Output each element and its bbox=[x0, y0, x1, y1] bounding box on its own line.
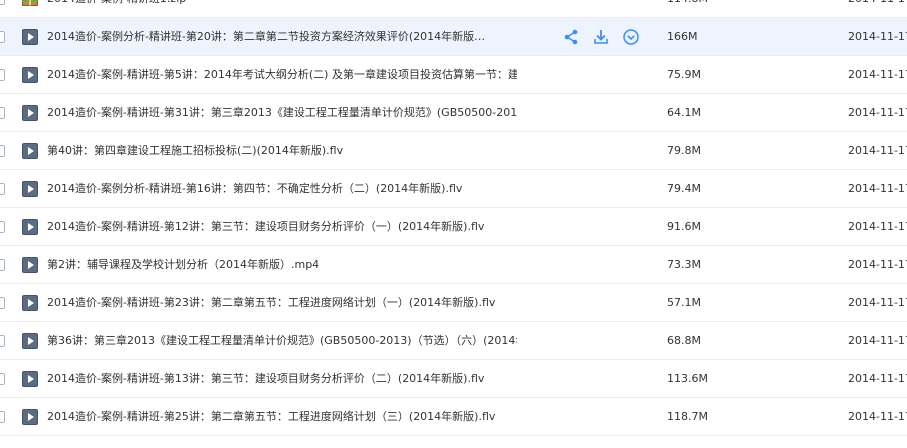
file-size: 113.6M bbox=[667, 372, 708, 385]
file-name[interactable]: 第36讲：第三章2013《建设工程工程量清单计价规范》(GB50500-2013… bbox=[47, 333, 517, 349]
row-checkbox[interactable] bbox=[0, 411, 5, 423]
file-date: 2014-11-17 bbox=[848, 334, 907, 347]
file-size: 73.3M bbox=[667, 258, 701, 271]
zip-file-icon bbox=[22, 0, 38, 7]
row-checkbox[interactable] bbox=[0, 107, 5, 119]
file-date: 2014-11-17 bbox=[848, 68, 907, 81]
file-date: 2014-11-17 bbox=[848, 30, 907, 43]
file-row[interactable]: 2014造价-案例-精讲班-第31讲：第三章2013《建设工程工程量清单计价规范… bbox=[0, 94, 907, 132]
file-row[interactable]: 2014造价-案例分析-精讲班-第16讲：第四节：不确定性分析（二）(2014年… bbox=[0, 170, 907, 208]
file-date: 2014-11-17 bbox=[848, 0, 907, 7]
row-checkbox[interactable] bbox=[0, 221, 5, 233]
download-icon[interactable] bbox=[592, 28, 610, 46]
row-checkbox[interactable] bbox=[0, 183, 5, 195]
file-size: 57.1M bbox=[667, 296, 701, 309]
file-size: 79.4M bbox=[667, 182, 701, 195]
row-checkbox[interactable] bbox=[0, 0, 5, 5]
file-name[interactable]: 2014造价-案例-精讲班-第12讲：第三节：建设项目财务分析评价（一）(201… bbox=[47, 219, 517, 235]
video-file-icon bbox=[22, 29, 38, 45]
row-checkbox[interactable] bbox=[0, 69, 5, 81]
more-icon[interactable] bbox=[622, 28, 640, 46]
row-checkbox[interactable] bbox=[0, 259, 5, 271]
file-size: 91.6M bbox=[667, 220, 701, 233]
file-row[interactable]: 第36讲：第三章2013《建设工程工程量清单计价规范》(GB50500-2013… bbox=[0, 322, 907, 360]
file-name[interactable]: 2014造价-案例-精讲班-第25讲：第二章第五节：工程进度网络计划（三）(20… bbox=[47, 409, 517, 425]
video-file-icon bbox=[22, 295, 38, 311]
file-name[interactable]: 第2讲：辅导课程及学校计划分析（2014年新版）.mp4 bbox=[47, 257, 517, 273]
video-file-icon bbox=[22, 105, 38, 121]
file-size: 79.8M bbox=[667, 144, 701, 157]
row-checkbox[interactable] bbox=[0, 145, 5, 157]
file-date: 2014-11-17 bbox=[848, 296, 907, 309]
file-date: 2014-11-17 bbox=[848, 258, 907, 271]
file-row[interactable]: 2014造价-案例-精讲班-第25讲：第二章第五节：工程进度网络计划（三）(20… bbox=[0, 398, 907, 436]
file-size: 64.1M bbox=[667, 106, 701, 119]
row-checkbox[interactable] bbox=[0, 297, 5, 309]
video-file-icon bbox=[22, 67, 38, 83]
file-row[interactable]: 2014造价-案例-精讲班1.zip bbox=[0, 0, 907, 18]
row-checkbox[interactable] bbox=[0, 31, 5, 43]
file-name[interactable]: 2014造价-案例-精讲班-第5讲：2014年考试大纲分析(二) 及第一章建设项… bbox=[47, 67, 517, 83]
file-name[interactable]: 2014造价-案例-精讲班-第23讲：第二章第五节：工程进度网络计划（一）(20… bbox=[47, 295, 517, 311]
video-file-icon bbox=[22, 219, 38, 235]
video-file-icon bbox=[22, 409, 38, 425]
file-name[interactable]: 第40讲：第四章建设工程施工招标投标(二)(2014年新版).flv bbox=[47, 143, 517, 159]
file-list: 2014造价-案例-精讲班1.zip bbox=[0, 0, 907, 436]
file-date: 2014-11-17 bbox=[848, 144, 907, 157]
file-name[interactable]: 2014造价-案例分析-精讲班-第20讲：第二章第二节投资方案经济效果评价(20… bbox=[47, 29, 517, 45]
file-date: 2014-11-17 bbox=[848, 410, 907, 423]
file-name[interactable]: 2014造价-案例-精讲班-第13讲：第三节：建设项目财务分析评价（二）(201… bbox=[47, 371, 517, 387]
file-row[interactable]: 第2讲：辅导课程及学校计划分析（2014年新版）.mp4 73.3M 2014-… bbox=[0, 246, 907, 284]
file-row[interactable]: 2014造价-案例分析-精讲班-第20讲：第二章第二节投资方案经济效果评价(20… bbox=[0, 18, 907, 56]
share-icon[interactable] bbox=[562, 28, 580, 46]
file-size: 166M bbox=[667, 30, 698, 43]
file-date: 2014-11-17 bbox=[848, 220, 907, 233]
file-date: 2014-11-17 bbox=[848, 106, 907, 119]
video-file-icon bbox=[22, 257, 38, 273]
file-name[interactable]: 2014造价-案例分析-精讲班-第16讲：第四节：不确定性分析（二）(2014年… bbox=[47, 181, 517, 197]
file-size: 118.7M bbox=[667, 410, 708, 423]
video-file-icon bbox=[22, 143, 38, 159]
file-row[interactable]: 第40讲：第四章建设工程施工招标投标(二)(2014年新版).flv 79.8M… bbox=[0, 132, 907, 170]
file-size: 75.9M bbox=[667, 68, 701, 81]
video-file-icon bbox=[22, 333, 38, 349]
file-name[interactable]: 2014造价-案例-精讲班1.zip bbox=[47, 0, 517, 7]
row-checkbox[interactable] bbox=[0, 335, 5, 347]
video-file-icon bbox=[22, 371, 38, 387]
file-name[interactable]: 2014造价-案例-精讲班-第31讲：第三章2013《建设工程工程量清单计价规范… bbox=[47, 105, 517, 121]
row-checkbox[interactable] bbox=[0, 373, 5, 385]
file-row[interactable]: 2014造价-案例-精讲班-第12讲：第三节：建设项目财务分析评价（一）(201… bbox=[0, 208, 907, 246]
file-date: 2014-11-17 bbox=[848, 182, 907, 195]
file-row[interactable]: 2014造价-案例-精讲班-第5讲：2014年考试大纲分析(二) 及第一章建设项… bbox=[0, 56, 907, 94]
file-size: 114.8M bbox=[667, 0, 708, 7]
file-row[interactable]: 2014造价-案例-精讲班-第23讲：第二章第五节：工程进度网络计划（一）(20… bbox=[0, 284, 907, 322]
file-row[interactable]: 2014造价-案例-精讲班-第13讲：第三节：建设项目财务分析评价（二）(201… bbox=[0, 360, 907, 398]
file-size: 68.8M bbox=[667, 334, 701, 347]
video-file-icon bbox=[22, 181, 38, 197]
file-date: 2014-11-17 bbox=[848, 372, 907, 385]
